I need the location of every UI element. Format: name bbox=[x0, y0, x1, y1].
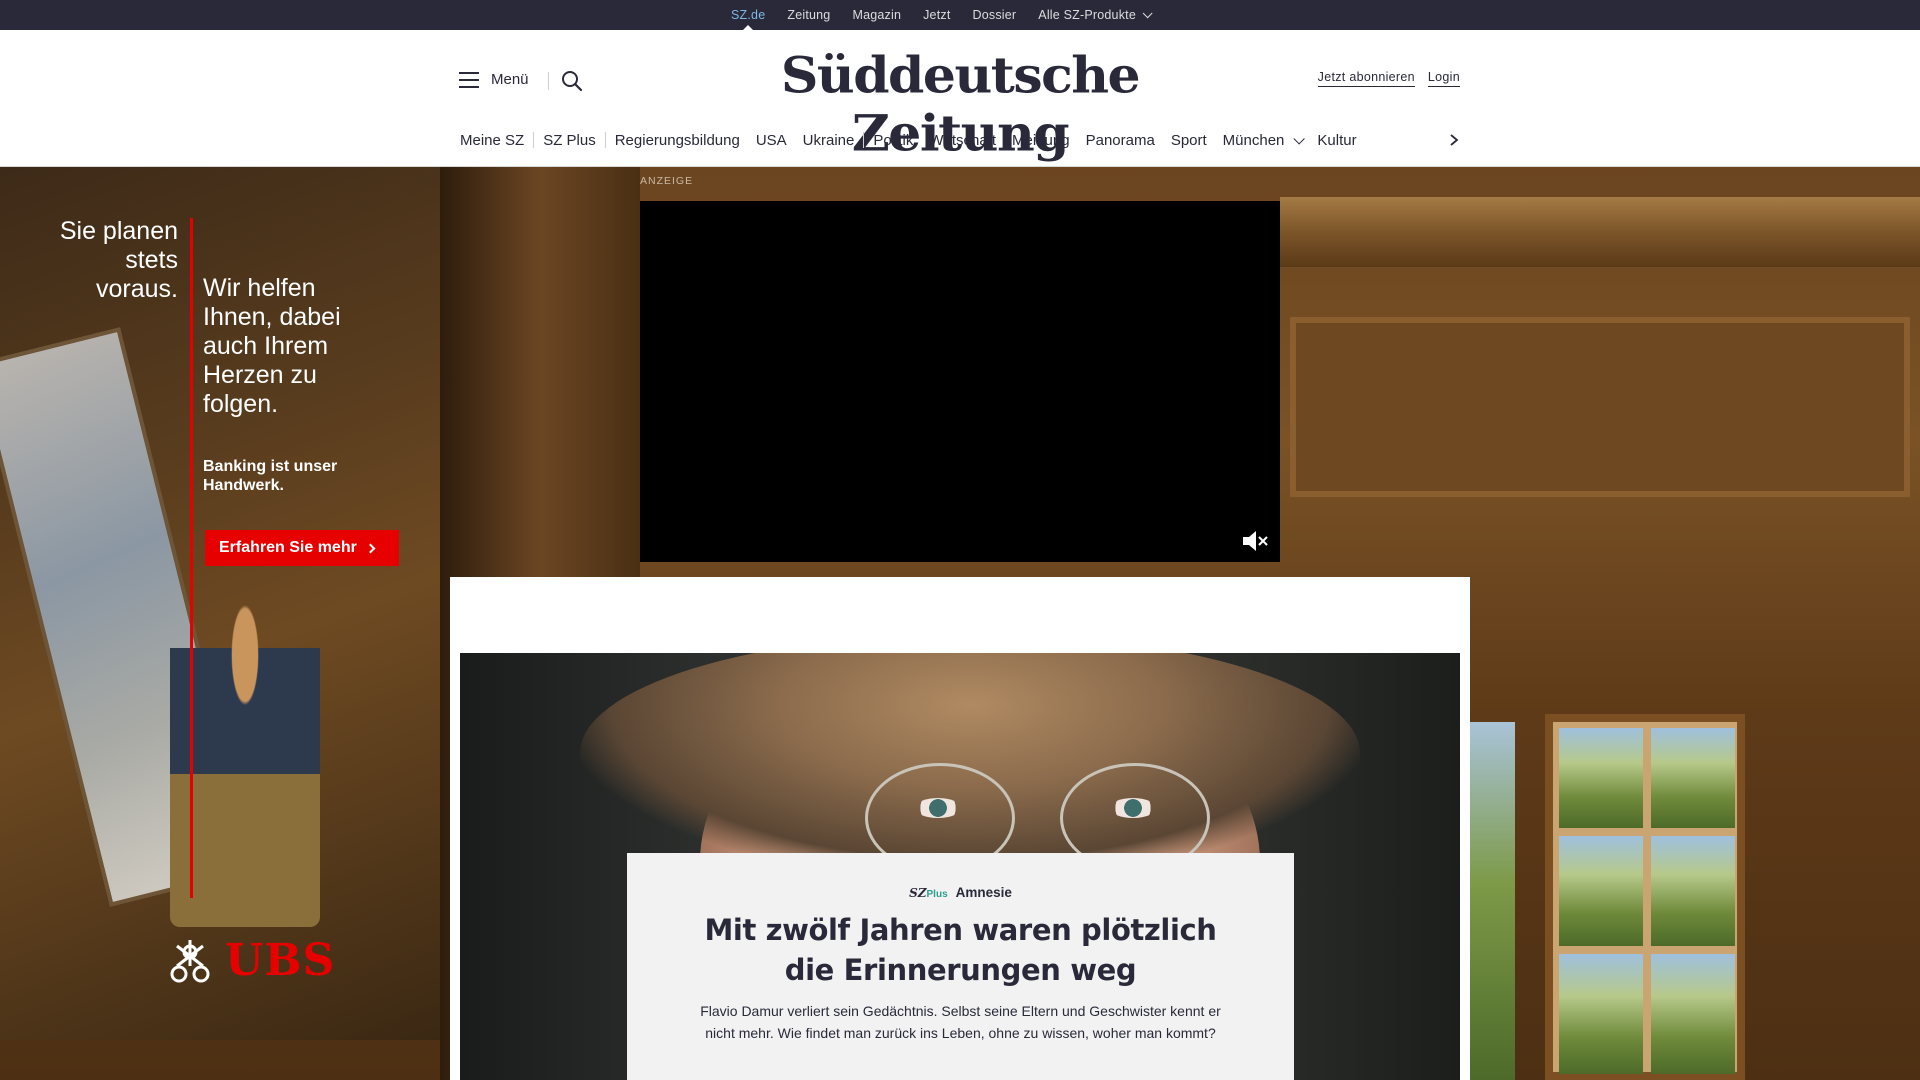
teaser-headline[interactable]: Mit zwölf Jahren waren plötzlich die Eri… bbox=[627, 910, 1294, 990]
wallpaper-panel bbox=[1290, 317, 1910, 497]
top-bar: SZ.de Zeitung Magazin Jetzt Dossier Alle… bbox=[0, 0, 1920, 30]
nav-item-usa[interactable]: USA bbox=[756, 132, 787, 149]
nav-item-sport[interactable]: Sport bbox=[1171, 132, 1207, 149]
ad-label: ANZEIGE bbox=[640, 175, 694, 187]
nav-item-kultur[interactable]: Kultur bbox=[1317, 132, 1356, 149]
teaser-kicker: SZPlus Amnesie bbox=[627, 885, 1294, 900]
link-alle-produkte-label: Alle SZ-Produkte bbox=[1038, 8, 1136, 22]
divider bbox=[548, 72, 549, 90]
nav-item-muenchen-label: München bbox=[1222, 131, 1285, 149]
ubs-logo: UBS bbox=[165, 935, 335, 986]
link-sz-de[interactable]: SZ.de bbox=[731, 8, 765, 22]
teaser-topic: Amnesie bbox=[955, 885, 1012, 900]
nav-item-wirtschaft[interactable]: Wirtschaft bbox=[929, 132, 996, 149]
nav-item-meinung[interactable]: Meinung bbox=[1012, 132, 1070, 149]
menu-label: Menü bbox=[491, 71, 529, 88]
ad-tagline: Banking ist unser Handwerk. bbox=[203, 458, 338, 494]
ubs-skyscraper-ad[interactable]: Sie planen stets voraus. Wir helfen Ihne… bbox=[0, 167, 440, 1040]
account-links: Jetzt abonnieren Login bbox=[1317, 70, 1460, 87]
teaser-text: Flavio Damur verliert sein Gedächtnis. S… bbox=[700, 1003, 1221, 1041]
chevron-right-icon bbox=[365, 543, 376, 553]
link-alle-produkte[interactable]: Alle SZ-Produkte bbox=[1038, 8, 1153, 22]
ad-cta-button[interactable]: Erfahren Sie mehr bbox=[205, 530, 399, 566]
subscribe-link[interactable]: Jetzt abonnieren bbox=[1317, 70, 1415, 87]
mute-icon[interactable] bbox=[1240, 526, 1270, 556]
nav-item-regierungsbildung[interactable]: Regierungsbildung bbox=[615, 132, 740, 149]
link-dossier[interactable]: Dossier bbox=[973, 8, 1017, 22]
ad-divider-line bbox=[190, 218, 193, 898]
divider bbox=[533, 132, 535, 148]
menu-button[interactable]: Menü bbox=[459, 71, 529, 88]
chevron-down-icon bbox=[1293, 132, 1306, 145]
chevron-right-icon[interactable] bbox=[1448, 134, 1460, 146]
divider bbox=[863, 132, 865, 148]
nav-item-panorama[interactable]: Panorama bbox=[1086, 132, 1155, 149]
hamburger-icon bbox=[459, 71, 479, 88]
teaser-card[interactable]: SZPlus Amnesie Mit zwölf Jahren waren pl… bbox=[627, 853, 1294, 1080]
wallpaper-window-left bbox=[1470, 722, 1515, 1080]
sz-plus-badge: SZPlus bbox=[909, 885, 948, 900]
ubs-keys-icon bbox=[170, 939, 210, 982]
ad-headline-b: Wir helfen Ihnen, dabei auch Ihrem Herze… bbox=[203, 274, 341, 418]
link-jetzt[interactable]: Jetzt bbox=[923, 8, 950, 22]
link-zeitung[interactable]: Zeitung bbox=[787, 8, 830, 22]
video-ad-player[interactable] bbox=[640, 201, 1280, 562]
ad-cta-label: Erfahren Sie mehr bbox=[219, 539, 357, 556]
chevron-down-icon bbox=[1142, 8, 1153, 19]
nav-item-meine-sz[interactable]: Meine SZ bbox=[460, 132, 524, 149]
search-icon[interactable] bbox=[561, 70, 583, 92]
divider bbox=[604, 132, 606, 148]
site-header: Menü Süddeutsche Zeitung Jetzt abonniere… bbox=[0, 30, 1920, 167]
ad-headline-a: Sie planen stets voraus. bbox=[59, 217, 178, 303]
nav-item-ukraine[interactable]: Ukraine bbox=[803, 132, 855, 149]
link-magazin[interactable]: Magazin bbox=[852, 8, 901, 22]
wallpaper-molding bbox=[1280, 197, 1920, 267]
login-link[interactable]: Login bbox=[1427, 70, 1460, 87]
nav-item-muenchen[interactable]: München bbox=[1222, 131, 1306, 149]
product-links: SZ.de Zeitung Magazin Jetzt Dossier Alle… bbox=[0, 0, 1920, 30]
nav-item-politik[interactable]: Politik bbox=[873, 132, 913, 149]
nav-item-sz-plus[interactable]: SZ Plus bbox=[543, 132, 596, 149]
ubs-brand: UBS bbox=[225, 935, 336, 986]
wallpaper-window bbox=[1545, 714, 1745, 1080]
main-nav: Meine SZ SZ Plus Regierungsbildung USA U… bbox=[460, 130, 1357, 150]
